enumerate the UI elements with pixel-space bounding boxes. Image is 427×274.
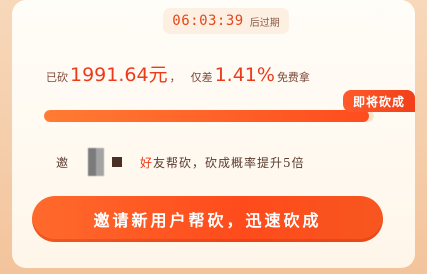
cut-separator: ，	[169, 71, 181, 84]
countdown-time: 06:03:39	[172, 13, 244, 29]
invite-new-user-button[interactable]: 邀请新用户帮砍，迅速砍成	[32, 196, 383, 242]
cut-progress-bar	[44, 110, 374, 122]
remaining-percent: 1.41%	[214, 64, 275, 86]
cut-prefix: 已砍	[46, 71, 68, 84]
bargain-card: 06:03:39 后过期 已砍 1991.64元 ， 仅差 1.41% 免费拿 …	[12, 0, 415, 268]
cut-amount: 1991.64元	[70, 64, 168, 86]
cut-progress-fill	[44, 110, 370, 122]
countdown-timer: 06:03:39 后过期	[163, 8, 289, 34]
invite-prefix: 邀	[56, 155, 69, 170]
background-frame: 06:03:39 后过期 已砍 1991.64元 ， 仅差 1.41% 免费拿 …	[0, 0, 427, 274]
invite-highlight: 好	[140, 155, 154, 170]
remaining-label: 仅差	[190, 71, 213, 84]
friend-avatar	[88, 148, 105, 176]
almost-done-badge: 即将砍成	[343, 90, 415, 112]
invite-text: 好友帮砍，砍成概率提升5倍	[140, 154, 305, 171]
friend-avatar-small	[112, 157, 123, 167]
countdown-suffix: 后过期	[249, 17, 280, 29]
free-label: 免费拿	[276, 71, 310, 84]
invite-tip: 邀 好友帮砍，砍成概率提升5倍	[56, 148, 396, 176]
cut-status-line: 已砍 1991.64元 ， 仅差 1.41% 免费拿	[46, 60, 406, 88]
invite-body: 友帮砍，砍成概率提升5倍	[153, 155, 305, 170]
